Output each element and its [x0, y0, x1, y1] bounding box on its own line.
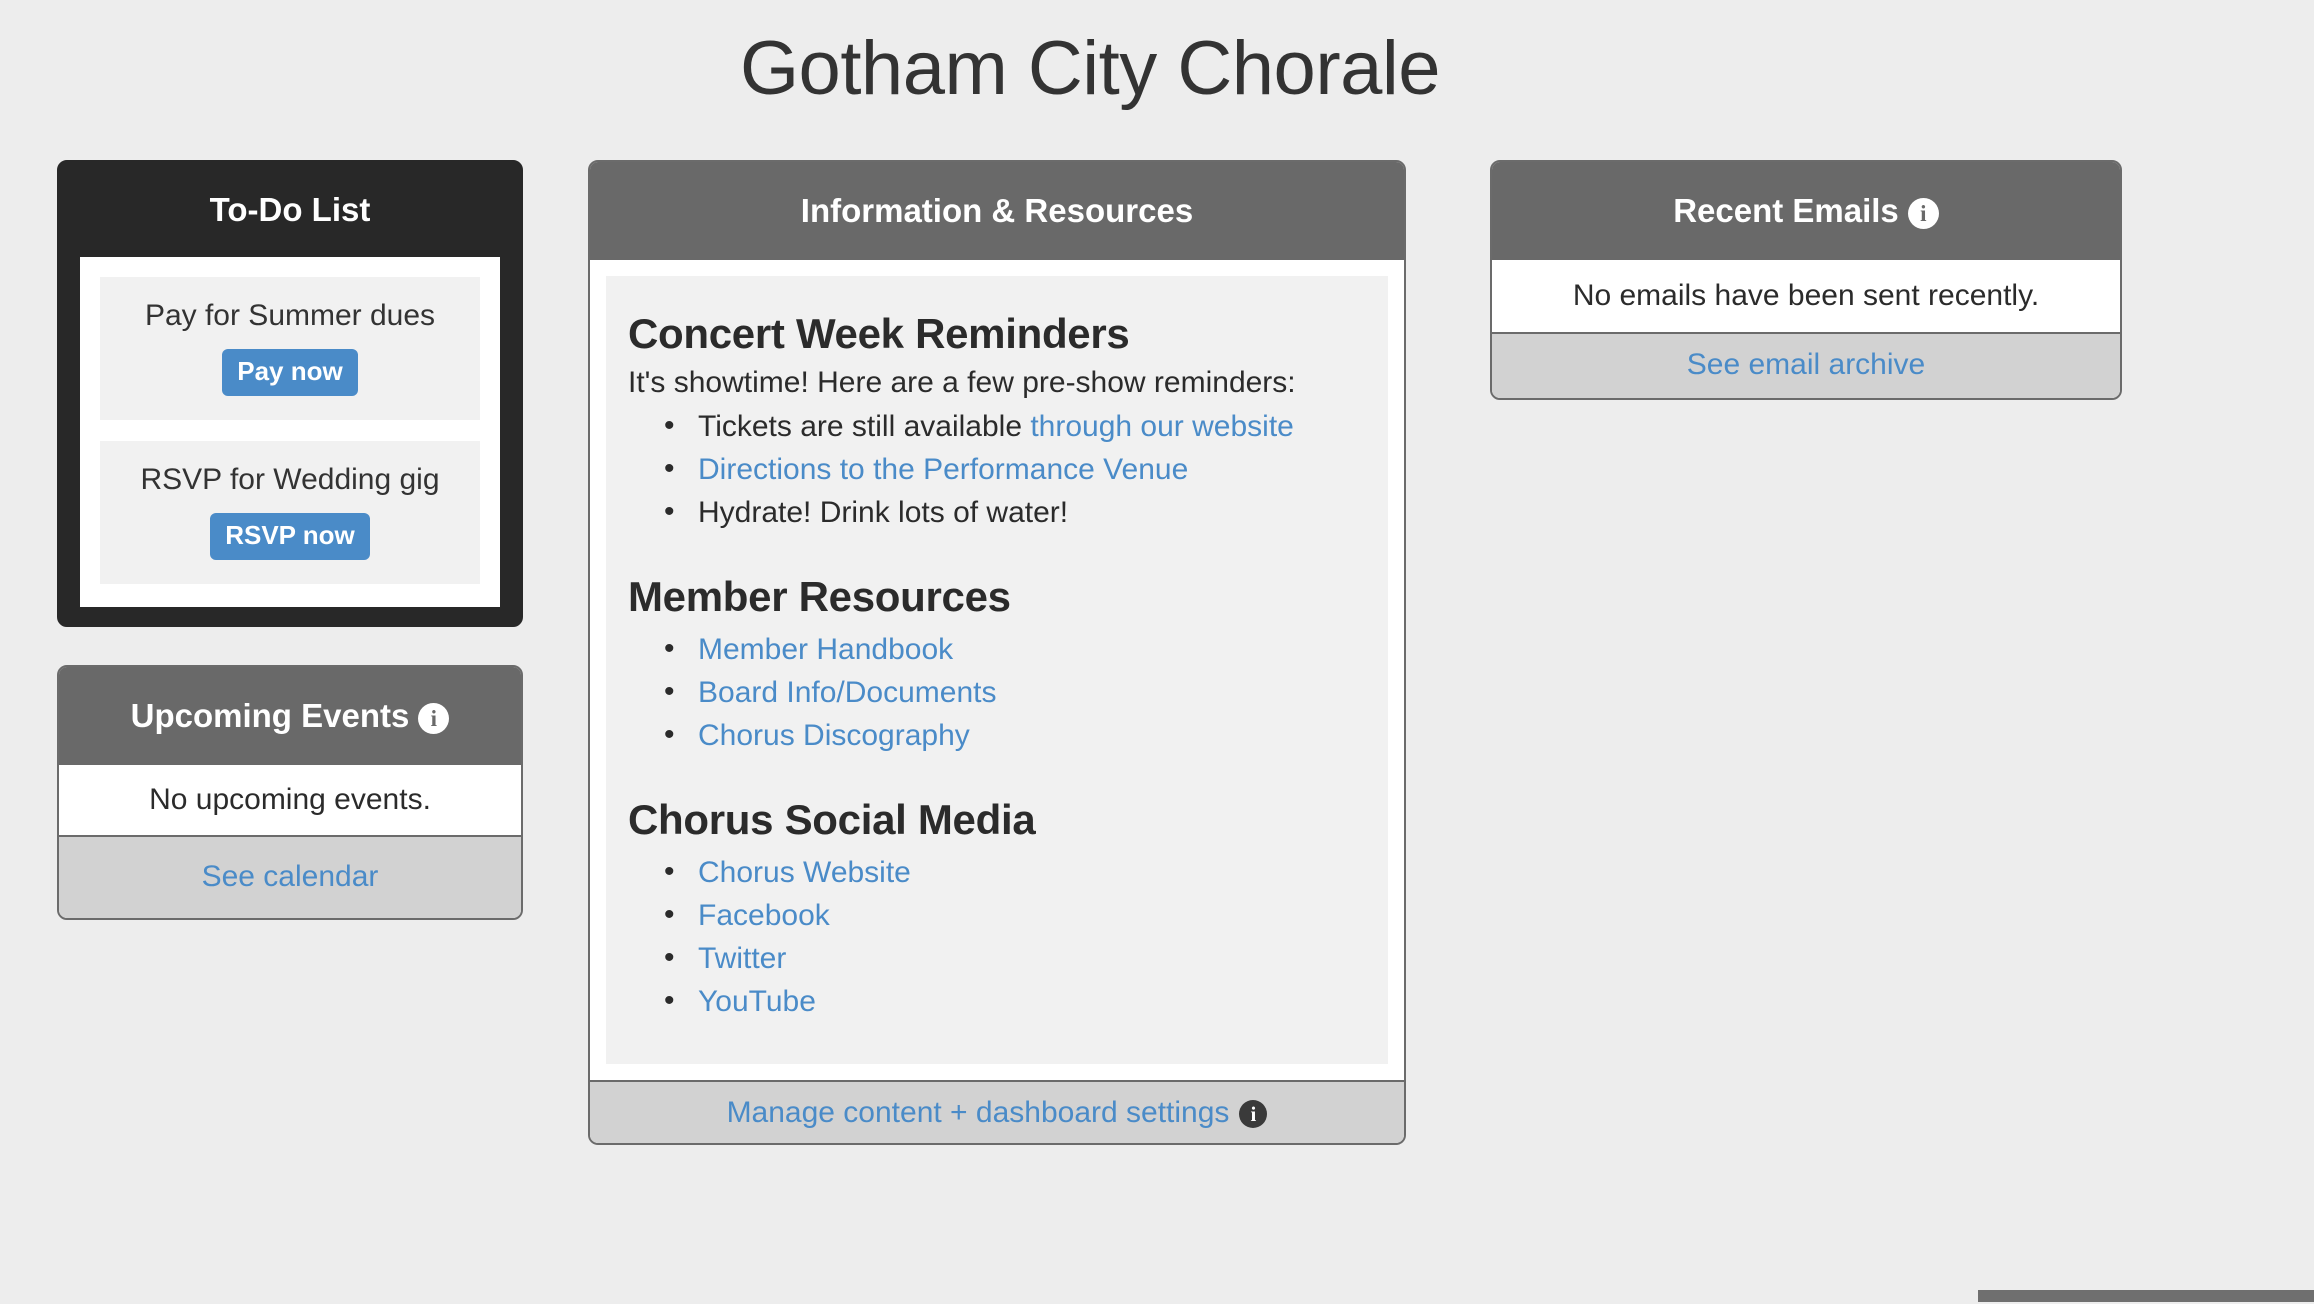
see-email-archive-link[interactable]: See email archive [1687, 348, 1925, 381]
list-item: Board Info/Documents [664, 672, 1366, 715]
information-resources-content: Concert Week Reminders It's showtime! He… [606, 276, 1388, 1064]
dashboard-page: Gotham City Chorale To-Do List Pay for S… [0, 0, 2314, 1304]
section-bullet-list: Tickets are still available through our … [664, 406, 1366, 535]
section-member-resources: Member Resources Member Handbook Board I… [628, 573, 1366, 758]
info-icon[interactable]: i [1907, 198, 1939, 229]
bullet-text: Hydrate! Drink lots of water! [698, 496, 1069, 529]
information-resources-card: Information & Resources Concert Week Rem… [588, 160, 1406, 1145]
section-heading: Member Resources [628, 573, 1011, 620]
rsvp-now-button[interactable]: RSVP now [210, 513, 370, 560]
upcoming-events-card: Upcoming Events i No upcoming events. See… [57, 665, 523, 920]
todo-list-body: Pay for Summer dues Pay now RSVP for Wed… [80, 257, 500, 607]
recent-emails-title: Recent Emails [1673, 192, 1899, 229]
horizontal-scrollbar-track[interactable] [0, 1286, 2314, 1304]
section-concert-week-reminders: Concert Week Reminders It's showtime! He… [628, 310, 1366, 535]
information-resources-header: Information & Resources [590, 162, 1404, 260]
info-icon[interactable]: i [1239, 1100, 1268, 1128]
section-chorus-social-media: Chorus Social Media Chorus Website Faceb… [628, 796, 1366, 1024]
page-title: Gotham City Chorale [739, 26, 1441, 111]
member-handbook-link[interactable]: Member Handbook [698, 633, 953, 666]
manage-content-settings-link[interactable]: Manage content + dashboard settings [727, 1096, 1230, 1129]
horizontal-scrollbar-thumb[interactable] [1978, 1290, 2314, 1302]
info-icon[interactable]: i [418, 703, 450, 734]
recent-emails-empty-message: No emails have been sent recently. [1492, 260, 2120, 332]
bullet-text: Tickets are still available [698, 410, 1031, 443]
recent-emails-footer[interactable]: See email archive [1492, 332, 2120, 398]
upcoming-events-title: Upcoming Events [130, 697, 410, 734]
list-item: Chorus Website [664, 852, 1366, 895]
twitter-link[interactable]: Twitter [698, 942, 786, 975]
recent-emails-card: Recent Emails i No emails have been sent … [1490, 160, 2122, 400]
upcoming-events-footer[interactable]: See calendar [59, 835, 521, 918]
upcoming-events-header: Upcoming Events i [59, 667, 521, 765]
section-intro: It's showtime! Here are a few pre-show r… [628, 366, 1296, 399]
information-resources-body: Concert Week Reminders It's showtime! He… [590, 260, 1404, 1080]
board-info-documents-link[interactable]: Board Info/Documents [698, 676, 997, 709]
list-item: Facebook [664, 895, 1366, 938]
see-calendar-link[interactable]: See calendar [202, 860, 379, 893]
upcoming-events-empty-message: No upcoming events. [59, 765, 521, 835]
list-item: Member Handbook [664, 629, 1366, 672]
todo-item: Pay for Summer dues Pay now [100, 277, 480, 420]
list-item: Tickets are still available through our … [664, 406, 1366, 449]
todo-item: RSVP for Wedding gig RSVP now [100, 441, 480, 584]
chorus-website-link[interactable]: Chorus Website [698, 856, 911, 889]
directions-to-venue-link[interactable]: Directions to the Performance Venue [698, 453, 1188, 486]
list-item: Chorus Discography [664, 715, 1366, 758]
list-item: Directions to the Performance Venue [664, 449, 1366, 492]
section-heading: Chorus Social Media [628, 796, 1036, 843]
recent-emails-header: Recent Emails i [1492, 162, 2120, 260]
chorus-discography-link[interactable]: Chorus Discography [698, 719, 970, 752]
todo-item-label: RSVP for Wedding gig [140, 463, 440, 496]
section-heading: Concert Week Reminders [628, 310, 1130, 357]
information-resources-footer[interactable]: Manage content + dashboard settings i [590, 1080, 1404, 1143]
facebook-link[interactable]: Facebook [698, 899, 830, 932]
todo-list-header: To-Do List [59, 162, 521, 257]
list-item: Hydrate! Drink lots of water! [664, 492, 1366, 535]
todo-list-card: To-Do List Pay for Summer dues Pay now R… [57, 160, 523, 627]
pay-now-button[interactable]: Pay now [222, 349, 358, 396]
section-bullet-list: Chorus Website Facebook Twitter YouTube [664, 852, 1366, 1024]
through-our-website-link[interactable]: through our website [1030, 410, 1294, 443]
youtube-link[interactable]: YouTube [698, 985, 816, 1018]
list-item: Twitter [664, 938, 1366, 981]
section-bullet-list: Member Handbook Board Info/Documents Cho… [664, 629, 1366, 758]
list-item: YouTube [664, 981, 1366, 1024]
todo-item-label: Pay for Summer dues [144, 299, 436, 332]
